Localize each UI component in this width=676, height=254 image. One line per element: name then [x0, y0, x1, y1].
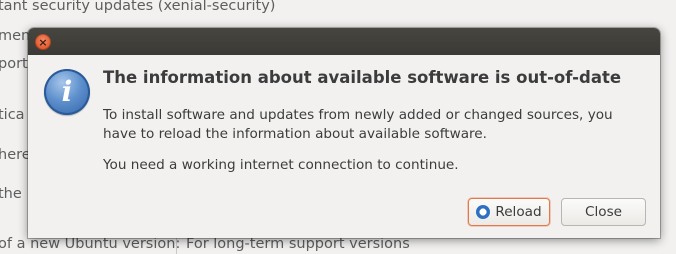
- out-of-date-dialog: × i The information about available soft…: [28, 28, 660, 238]
- reload-button-label: Reload: [495, 204, 542, 220]
- window-close-button[interactable]: ×: [35, 34, 51, 50]
- info-icon: i: [44, 69, 90, 115]
- bg-text-top: tant security updates (xenial-security): [0, 0, 276, 14]
- bg-text-line2: port: [0, 56, 28, 72]
- dialog-heading: The information about available software…: [103, 68, 622, 87]
- close-button[interactable]: Close: [561, 198, 646, 226]
- reload-button[interactable]: Reload: [468, 198, 550, 226]
- bg-text-line1: men: [0, 28, 31, 44]
- dialog-secondary-message: You need a working internet connection t…: [103, 157, 459, 173]
- bg-separator: [176, 236, 177, 254]
- close-icon: ×: [38, 35, 48, 49]
- dialog-message: To install software and updates from new…: [103, 107, 613, 142]
- bg-upgrade-select[interactable]: For long-term support versions: [186, 236, 410, 252]
- bg-text-line3: tica: [0, 107, 25, 123]
- close-button-label: Close: [584, 204, 623, 220]
- info-glyph: i: [61, 75, 73, 108]
- reload-icon: [476, 205, 491, 219]
- bg-upgrade-label: of a new Ubuntu version:: [0, 236, 181, 252]
- dialog-titlebar[interactable]: ×: [28, 28, 660, 55]
- bg-text-line4: here: [0, 147, 31, 163]
- bg-text-line5: the: [0, 186, 22, 202]
